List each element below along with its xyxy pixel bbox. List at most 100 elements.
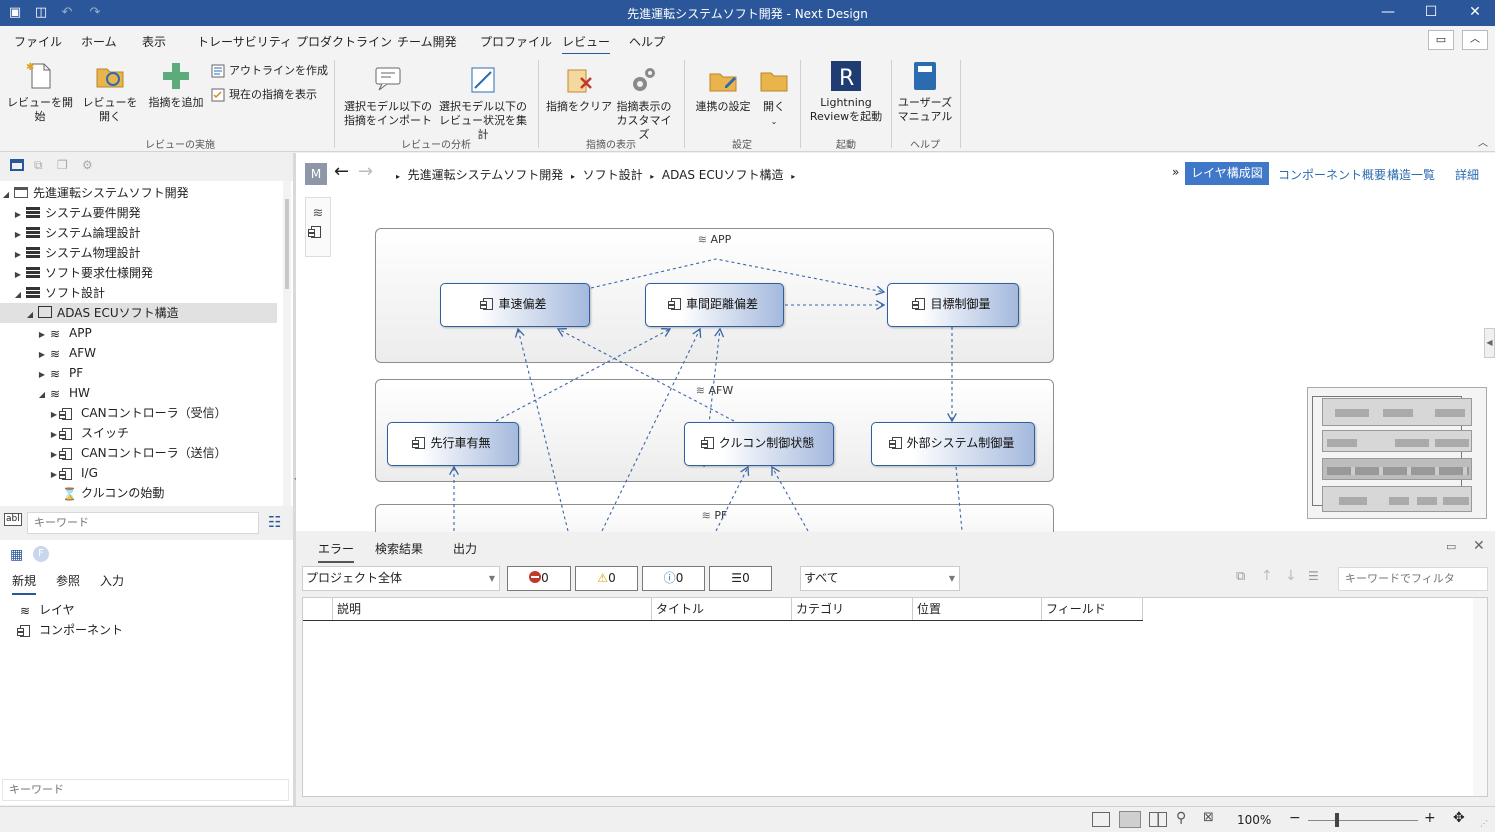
column-header[interactable]: 位置 [913, 598, 1042, 620]
link-settings-button[interactable]: 連携の設定 [692, 64, 754, 114]
clear-list-icon[interactable]: ☰ [1308, 569, 1319, 583]
column-header[interactable]: タイトル [652, 598, 792, 620]
layout-columns-icon[interactable] [1149, 812, 1167, 827]
menu-traceability[interactable]: トレーサビリティ [197, 33, 292, 50]
copy-icon[interactable]: ⧉ [1236, 569, 1245, 584]
open-review-button[interactable]: レビューを開く [78, 60, 142, 124]
menu-help[interactable]: ヘルプ [629, 33, 665, 50]
column-header[interactable]: カテゴリ [792, 598, 913, 620]
tree-layer[interactable]: ▶ ≋ PF [36, 363, 83, 383]
fit-icon[interactable]: ⊠ [1203, 810, 1214, 825]
aggregate-review-button[interactable]: 選択モデル以下の レビュー状況を集計 [436, 64, 530, 142]
collapsed-icon[interactable]: ▶ [12, 245, 24, 265]
menu-view[interactable]: 表示 [142, 33, 166, 50]
collapsed-icon[interactable]: ▶ [36, 345, 48, 365]
tab-new[interactable]: 新規 [12, 572, 37, 595]
palette-item-layer[interactable]: ≋ レイヤ [20, 600, 75, 620]
ribbon-collapse-icon[interactable]: ︿ [1478, 134, 1488, 149]
tree-keyword-input[interactable] [27, 512, 259, 534]
zoom-in-icon[interactable]: + [1424, 810, 1436, 826]
diagram-view-icon[interactable]: ⧉ [34, 158, 43, 173]
table-scrollbar[interactable] [1473, 598, 1487, 796]
category-select[interactable]: すべて ▼ [800, 566, 960, 591]
start-review-button[interactable]: ✱ レビューを開始 [6, 60, 74, 124]
component-cruise-state[interactable]: クルコン制御状態 [684, 422, 834, 466]
comment-icon[interactable]: ▭ [1428, 30, 1454, 50]
layout-split-icon[interactable] [1119, 811, 1141, 828]
layout-single-icon[interactable] [1092, 812, 1110, 827]
open-dropdown-button[interactable]: 開く ⌄ [756, 64, 792, 129]
expanded-icon[interactable]: ◢ [12, 285, 24, 305]
palette-item-component[interactable]: コンポーネント [17, 620, 123, 640]
create-outline-button[interactable]: アウトラインを作成 [211, 62, 328, 80]
arrow-up-icon[interactable]: ↑ [1261, 568, 1273, 584]
tree-component[interactable]: ▶ スイッチ [48, 423, 129, 443]
message-filter-button[interactable]: ☰0 [709, 566, 772, 591]
component-lead-vehicle[interactable]: 先行車有無 [387, 422, 519, 466]
component-distance-deviation[interactable]: 車間距離偏差 [645, 283, 784, 327]
warning-filter-button[interactable]: ⚠0 [575, 566, 638, 591]
search-mode-icon[interactable]: abl [4, 513, 22, 526]
diagram-overview[interactable] [1307, 387, 1487, 519]
column-header[interactable]: フィールド [1042, 598, 1143, 620]
resize-grip-icon[interactable]: ⋰ [1480, 819, 1488, 828]
menu-product-line[interactable]: プロダクトライン [296, 33, 392, 50]
tree-item[interactable]: ▶ システム物理設計 [12, 243, 141, 263]
palette-keyword-input[interactable] [2, 779, 289, 801]
tree-item[interactable]: ▶ ソフト要求仕様開発 [12, 263, 153, 283]
info-filter-button[interactable]: ⓘ0 [642, 566, 705, 591]
tab-search-results[interactable]: 検索結果 [375, 540, 423, 557]
tree-item[interactable]: ⌛ クルコンの始動 [48, 483, 164, 503]
filter-settings-icon[interactable]: ☷ [268, 513, 281, 531]
tree-component[interactable]: ▶ CANコントローラ（送信） [48, 443, 227, 463]
tab-input[interactable]: 入力 [100, 572, 124, 589]
tree-scrollbar[interactable] [283, 181, 291, 506]
tree-layer[interactable]: ▶ ≋ APP [36, 323, 92, 343]
tab-output[interactable]: 出力 [453, 540, 477, 557]
expanded-icon[interactable]: ◢ [24, 305, 36, 325]
expanded-icon[interactable]: ◢ [0, 185, 12, 205]
error-filter-button[interactable]: 0 [507, 566, 571, 591]
zoom-out-icon[interactable]: − [1289, 810, 1301, 826]
structure-view-icon[interactable] [10, 159, 24, 171]
zoom-slider[interactable] [1308, 820, 1418, 821]
clear-comments-button[interactable]: 指摘をクリア [546, 64, 612, 114]
eye-icon[interactable]: ⚲ [1176, 810, 1186, 826]
float-window-icon[interactable]: ▭ [1446, 540, 1456, 553]
collapsed-icon[interactable]: ▶ [12, 225, 24, 245]
tree-item[interactable]: ◢ ソフト設計 [12, 283, 105, 303]
tab-errors[interactable]: エラー [318, 540, 355, 563]
expand-right-icon[interactable]: ◀ [1484, 328, 1495, 358]
import-comments-button[interactable]: 選択モデル以下の 指摘をインポート [342, 64, 434, 128]
arrow-down-icon[interactable]: ↓ [1285, 568, 1297, 584]
component-speed-deviation[interactable]: 車速偏差 [440, 283, 590, 327]
minimize-icon[interactable]: — [1365, 0, 1411, 26]
maximize-icon[interactable]: ☐ [1408, 0, 1454, 26]
palette-icon[interactable]: ▦ [10, 547, 23, 563]
close-panel-icon[interactable]: ✕ [1473, 538, 1485, 554]
menu-file[interactable]: ファイル [14, 33, 62, 50]
tree-item-selected[interactable]: ◢ ADAS ECUソフト構造 [0, 303, 277, 323]
menu-home[interactable]: ホーム [81, 33, 117, 50]
tree-layer[interactable]: ▶ ≋ AFW [36, 343, 96, 363]
lightning-review-button[interactable]: R Lightning Reviewを起動 [808, 60, 884, 124]
column-header[interactable]: 説明 [333, 598, 652, 620]
tab-reference[interactable]: 参照 [56, 572, 80, 589]
collapsed-icon[interactable]: ▶ [12, 205, 24, 225]
menu-review[interactable]: レビュー [562, 33, 611, 55]
filter-keyword-input[interactable] [1338, 567, 1488, 591]
collapsed-icon[interactable]: ▶ [36, 365, 48, 385]
component-external-system[interactable]: 外部システム制御量 [871, 422, 1035, 466]
menu-profile[interactable]: プロファイル [480, 33, 552, 50]
tree-root[interactable]: ◢ 先進運転システムソフト開発 [0, 183, 283, 203]
show-current-button[interactable]: 現在の指摘を表示 [211, 86, 317, 104]
expanded-icon[interactable]: ◢ [36, 385, 48, 405]
tree-component[interactable]: ▶ CANコントローラ（受信） [48, 403, 227, 423]
zoom-slider-thumb[interactable] [1335, 813, 1339, 827]
collapsed-icon[interactable]: ▶ [36, 325, 48, 345]
collapse-ribbon-icon[interactable]: ︿ [1462, 30, 1488, 50]
component-target-control[interactable]: 目標制御量 [887, 283, 1019, 327]
collapsed-icon[interactable]: ▶ [12, 265, 24, 285]
add-comment-button[interactable]: 指摘を追加 [146, 60, 206, 110]
customize-display-button[interactable]: 指摘表示の カスタマイズ [612, 64, 676, 142]
